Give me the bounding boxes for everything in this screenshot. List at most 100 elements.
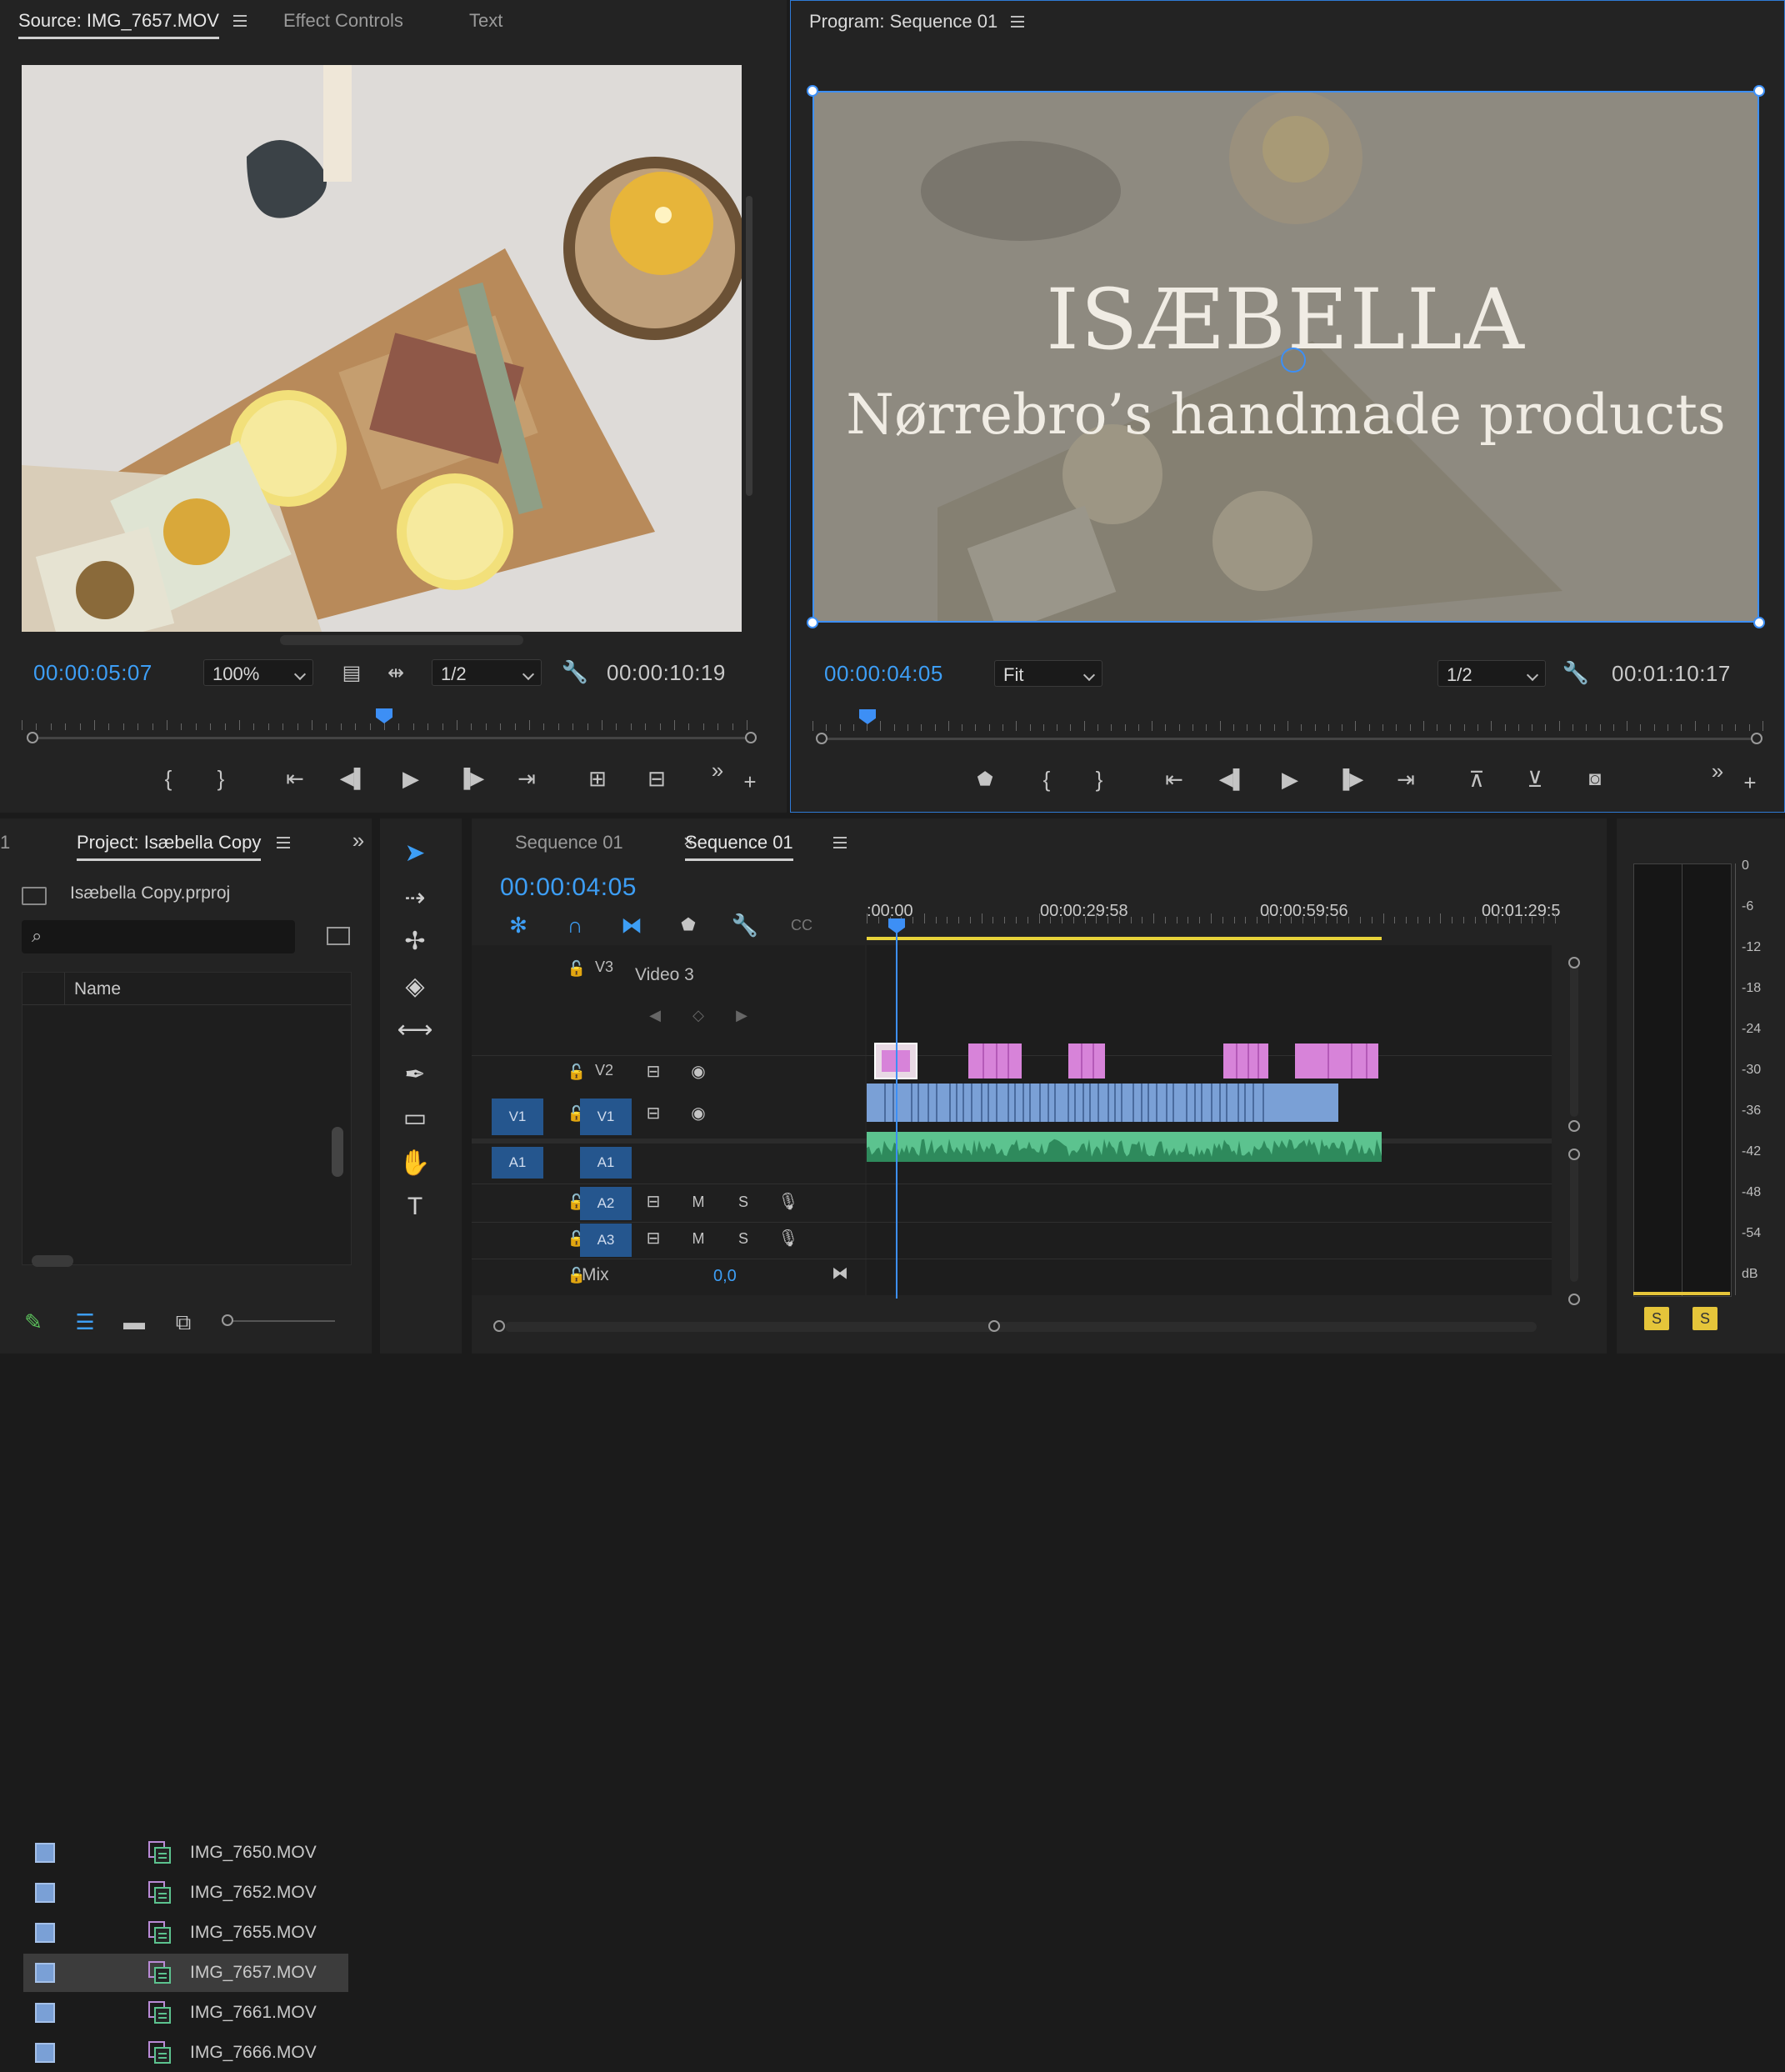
timeline-playhead-line[interactable] — [896, 932, 898, 1299]
track-select-tool-icon[interactable]: ⇢ — [397, 880, 433, 917]
thumbnail-size-handle[interactable] — [222, 1314, 233, 1326]
v1-eye-icon[interactable]: ◉ — [682, 1097, 715, 1130]
timeline-scroll-handle-right[interactable] — [988, 1320, 1000, 1332]
handle-top-left[interactable] — [807, 85, 818, 97]
audio-tracks-vertical-scrollbar[interactable] — [1570, 1150, 1578, 1282]
program-fit-select[interactable]: Fit — [994, 660, 1102, 687]
v2-label[interactable]: V2 — [595, 1062, 613, 1079]
v3-label[interactable]: V3 — [595, 958, 613, 976]
audio-scroll-handle-top[interactable] — [1568, 1149, 1580, 1160]
timeline-menu-icon[interactable] — [833, 837, 847, 848]
project-list-item[interactable]: IMG_7657.MOV — [23, 1954, 348, 1992]
handle-top-right[interactable] — [1753, 85, 1765, 97]
insert-button[interactable]: ⊞ — [581, 762, 614, 795]
project-list-item[interactable]: IMG_7652.MOV — [23, 1874, 348, 1912]
project-list-item[interactable]: IMG_7666.MOV — [23, 2034, 348, 2072]
slip-tool-icon[interactable]: ⟷ — [397, 1012, 433, 1049]
source-vertical-scrollbar[interactable] — [746, 196, 752, 496]
timeline-scroll-handle-left[interactable] — [493, 1320, 505, 1332]
razor-tool-icon[interactable]: ◈ — [397, 968, 433, 1005]
tab-text[interactable]: Text — [469, 10, 502, 32]
step-back-button[interactable]: ◀▌ — [337, 762, 370, 795]
project-search-input[interactable]: ⌕ — [22, 920, 295, 953]
project-list-item[interactable]: IMG_7655.MOV — [23, 1914, 348, 1952]
program-zoom-handle-left[interactable] — [816, 733, 828, 744]
wrench-icon[interactable]: 🔧 — [558, 655, 592, 688]
tab-project[interactable]: Project: Isæbella Copy — [77, 832, 262, 861]
freeform-view-icon[interactable]: ⧉ — [167, 1305, 200, 1339]
new-search-bin-icon[interactable] — [327, 927, 350, 945]
program-time-ruler[interactable] — [812, 719, 1763, 731]
add-marker-button[interactable]: ⬟ — [968, 763, 1002, 796]
v3-lock-icon[interactable]: 🔓 — [560, 952, 593, 985]
label-color-swatch[interactable] — [35, 1923, 55, 1943]
source-video-frame[interactable] — [22, 65, 742, 632]
mix-pan-icon[interactable]: ⧓ — [823, 1257, 857, 1290]
project-menu-icon[interactable] — [277, 837, 290, 848]
keyframe-add-icon[interactable]: ◇ — [682, 998, 715, 1032]
tab-effect-controls[interactable]: Effect Controls — [283, 10, 403, 32]
a3-solo-button[interactable]: S — [727, 1222, 760, 1255]
program-zoom-handle-right[interactable] — [1751, 733, 1762, 744]
timeline-settings-wrench-icon[interactable]: 🔧 — [728, 908, 762, 942]
v2-eye-icon[interactable]: ◉ — [682, 1055, 715, 1089]
label-color-swatch[interactable] — [35, 1843, 55, 1863]
lift-button[interactable]: ⊼ — [1460, 763, 1493, 796]
pencil-writable-icon[interactable]: ✎ — [17, 1305, 50, 1339]
source-zoom-bar[interactable] — [33, 737, 750, 739]
label-color-swatch[interactable] — [35, 2003, 55, 2023]
source-horizontal-scrollbar[interactable] — [280, 635, 523, 645]
audio-scroll-handle-bottom[interactable] — [1568, 1294, 1580, 1305]
source-timecode[interactable]: 00:00:05:07 — [33, 660, 152, 686]
program-timecode[interactable]: 00:00:04:05 — [824, 661, 943, 687]
selection-tool-icon[interactable]: ➤ — [397, 835, 433, 872]
nest-toggle-icon[interactable]: ✻ — [502, 908, 535, 942]
v2-lock-icon[interactable]: 🔓 — [560, 1055, 593, 1089]
project-horizontal-scrollbar[interactable] — [32, 1255, 73, 1267]
source-zoom-select[interactable]: 100% — [203, 659, 313, 686]
a3-microphone-icon[interactable]: 🎙 — [772, 1222, 805, 1255]
a2-solo-button[interactable]: S — [727, 1185, 760, 1219]
type-tool-icon[interactable]: T — [397, 1189, 433, 1225]
program-more-controls-icon[interactable]: » — [1701, 754, 1734, 788]
go-to-in-button[interactable]: ⇤ — [278, 762, 312, 795]
mark-out-button[interactable]: } — [204, 762, 238, 795]
v1-target[interactable]: V1 — [580, 1099, 632, 1135]
video-scroll-handle-bottom[interactable] — [1568, 1120, 1580, 1132]
step-forward-button[interactable]: ▐▶ — [454, 762, 488, 795]
video-scroll-handle-top[interactable] — [1568, 957, 1580, 968]
work-area-bar[interactable] — [867, 937, 1382, 940]
timeline-timecode[interactable]: 00:00:04:05 — [500, 873, 637, 902]
anchor-point-icon[interactable] — [1281, 348, 1306, 373]
a3-mute-button[interactable]: M — [682, 1222, 715, 1255]
snap-magnet-icon[interactable]: ∩ — [558, 908, 592, 942]
solo-left-button[interactable]: S — [1644, 1307, 1669, 1330]
a1-target[interactable]: A1 — [580, 1147, 632, 1179]
a2-microphone-icon[interactable]: 🎙 — [772, 1185, 805, 1219]
go-to-out-button[interactable]: ⇥ — [510, 762, 543, 795]
linked-selection-icon[interactable]: ⧓ — [615, 908, 648, 942]
a2-sync-lock-icon[interactable]: ⊟ — [637, 1185, 670, 1219]
mark-in-button[interactable]: { — [152, 762, 185, 795]
label-color-swatch[interactable] — [35, 2043, 55, 2063]
tab-sequence-active[interactable]: Sequence 01 — [685, 832, 793, 861]
ripple-edit-tool-icon[interactable]: ✢ — [397, 923, 433, 960]
program-wrench-icon[interactable]: 🔧 — [1559, 656, 1592, 689]
tab-program[interactable]: Program: Sequence 01 — [809, 11, 998, 33]
program-step-back-button[interactable]: ◀▌ — [1216, 763, 1249, 796]
mix-value[interactable]: 0,0 — [713, 1267, 737, 1286]
program-zoom-bar[interactable] — [824, 738, 1758, 740]
project-list-scrollbar[interactable] — [332, 1127, 343, 1177]
a3-target[interactable]: A3 — [580, 1224, 632, 1257]
program-add-button-icon[interactable]: + — [1733, 766, 1767, 799]
timeline-clips[interactable] — [867, 945, 1552, 1295]
tab-source[interactable]: Source: IMG_7657.MOV — [18, 10, 219, 39]
a2-mute-button[interactable]: M — [682, 1185, 715, 1219]
project-more-tabs-icon[interactable]: » — [342, 823, 375, 857]
keyframe-next-icon[interactable]: ▶ — [725, 998, 758, 1032]
v2-sync-lock-icon[interactable]: ⊟ — [637, 1055, 670, 1089]
handle-bottom-right[interactable] — [1753, 617, 1765, 628]
source-add-button-icon[interactable]: + — [733, 765, 767, 798]
folder-up-icon[interactable] — [22, 887, 47, 905]
source-zoom-handle-left[interactable] — [27, 732, 38, 743]
